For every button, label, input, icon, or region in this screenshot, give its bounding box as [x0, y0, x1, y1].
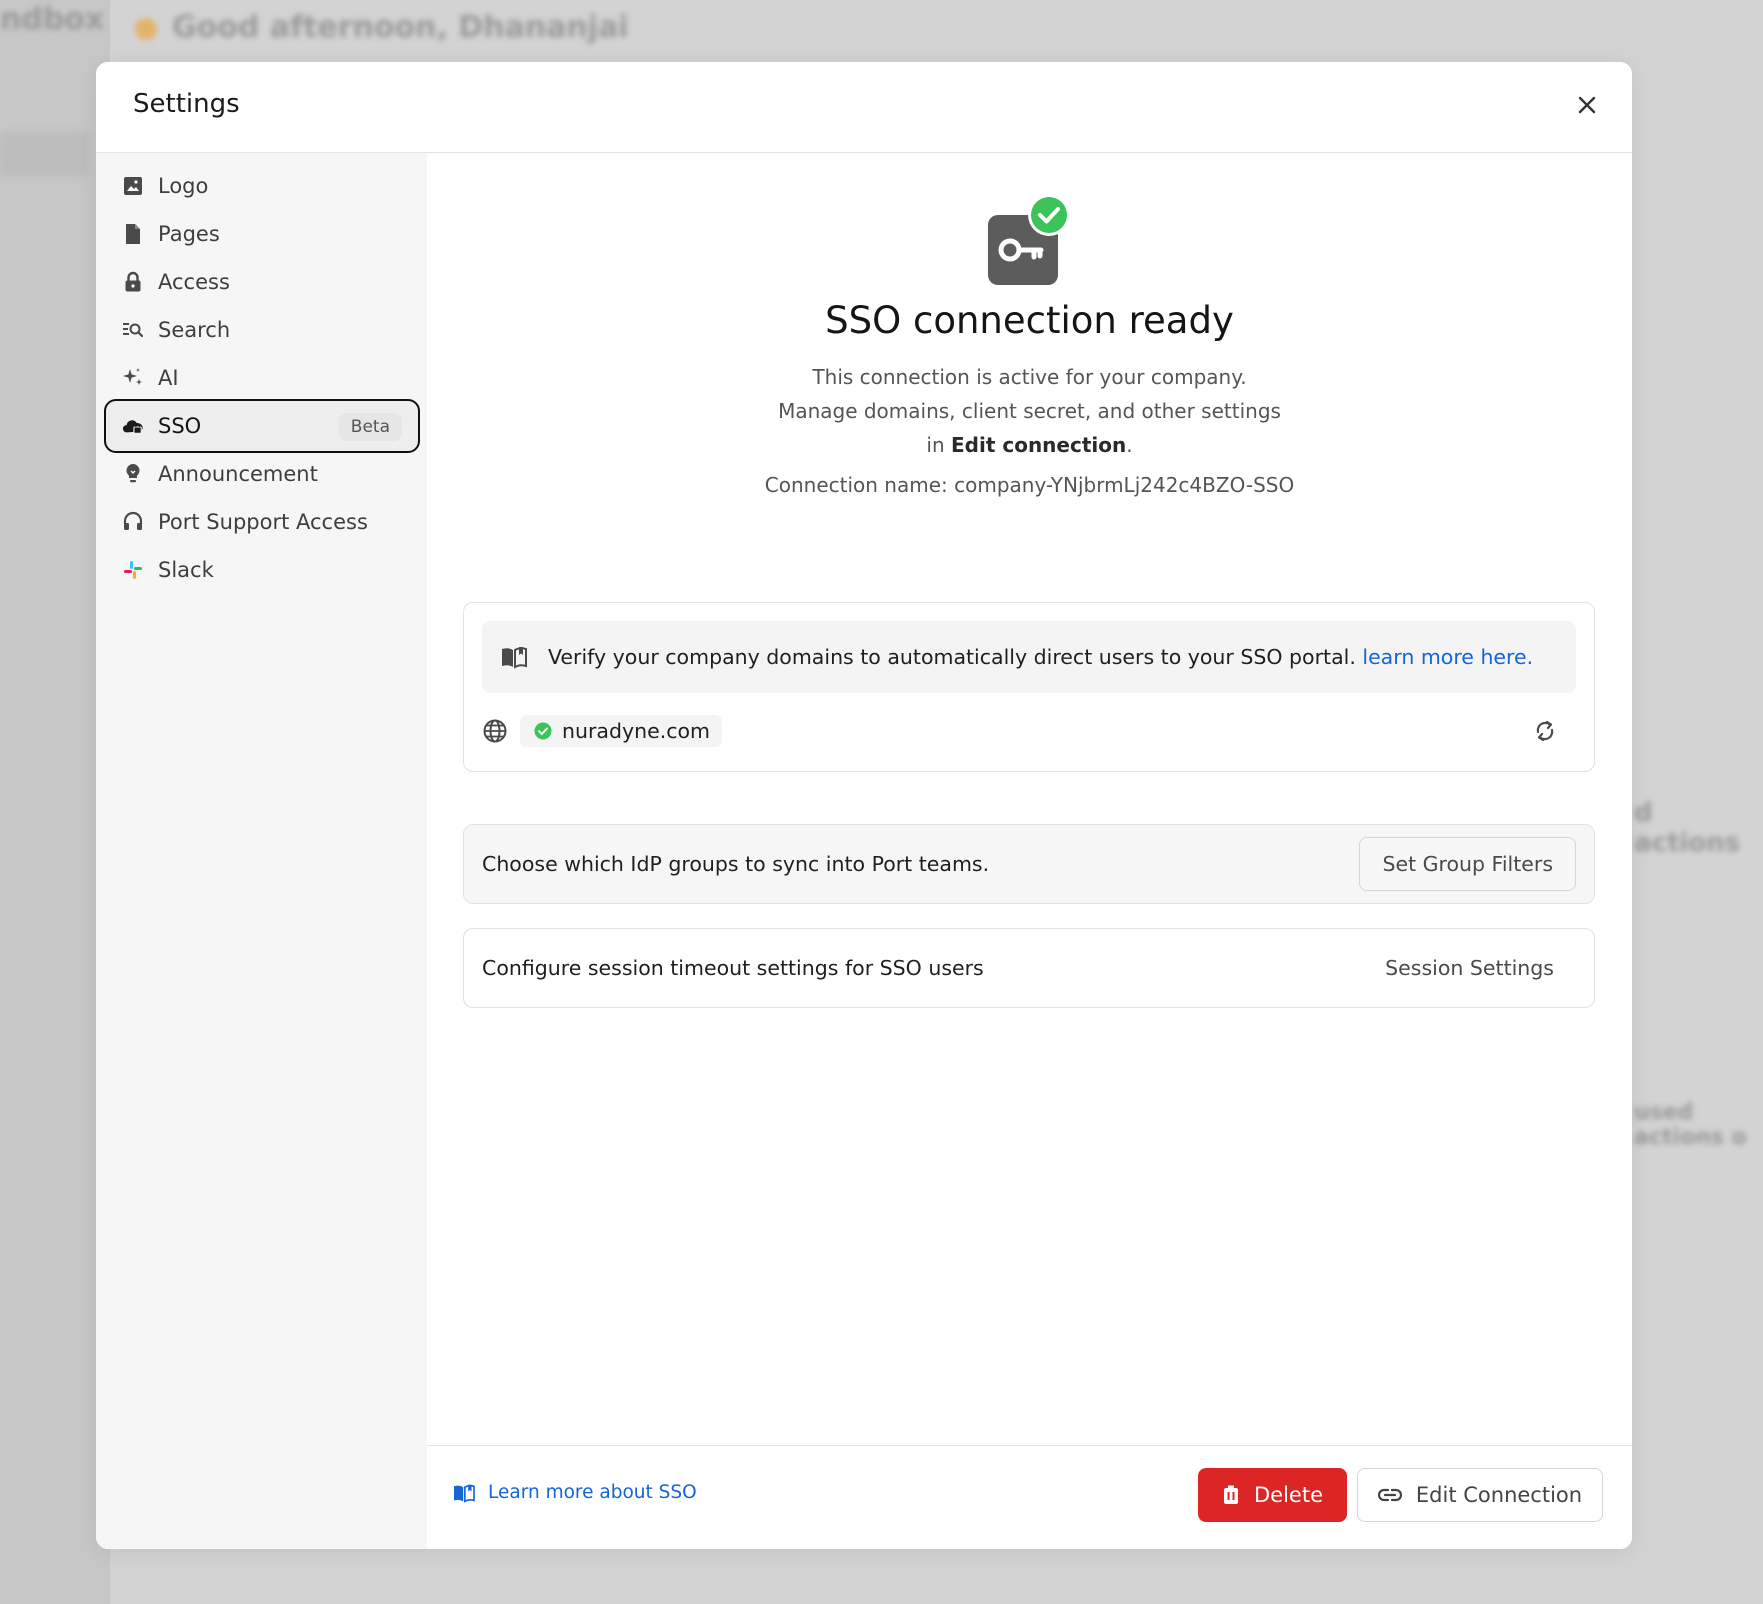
slack-icon [122, 559, 144, 581]
sparkles-icon [122, 367, 144, 389]
domains-card: Verify your company domains to automatic… [463, 602, 1595, 772]
beta-badge: Beta [338, 413, 402, 441]
connection-name: Connection name: company-YNjbrmLj242c4BZ… [764, 473, 1295, 497]
background-sidebar [0, 0, 110, 1604]
trash-icon [1224, 1485, 1238, 1504]
page-icon [122, 223, 144, 245]
session-settings-text: Configure session timeout settings for S… [482, 956, 984, 980]
book-icon [454, 1484, 475, 1503]
headset-icon [122, 511, 144, 533]
settings-modal: Settings Logo Pages Access Search AI SSO… [96, 62, 1632, 1549]
set-group-filters-button[interactable]: Set Group Filters [1359, 837, 1576, 891]
sidebar-item-search[interactable]: Search [104, 303, 420, 357]
sso-key-success-icon [979, 193, 1075, 287]
sidebar-item-slack[interactable]: Slack [104, 543, 420, 597]
sso-description-line: This connection is active for your compa… [812, 365, 1247, 389]
settings-sidebar: Logo Pages Access Search AI SSO Beta Ann… [96, 153, 427, 1549]
verify-domains-banner: Verify your company domains to automatic… [482, 621, 1576, 693]
session-settings-button[interactable]: Session Settings [1363, 941, 1576, 995]
edit-connection-emphasis: Edit connection [950, 433, 1127, 457]
sso-description-line: Manage domains, client secret, and other… [778, 399, 1281, 423]
sidebar-item-port-support-access[interactable]: Port Support Access [104, 495, 420, 549]
modal-header: Settings [96, 62, 1632, 153]
session-settings-card: Configure session timeout settings for S… [463, 928, 1595, 1008]
globe-icon [483, 719, 507, 743]
sidebar-item-label: Port Support Access [158, 510, 368, 534]
close-button[interactable] [1570, 88, 1604, 122]
verified-check-icon [534, 722, 552, 740]
refresh-icon[interactable] [1532, 718, 1558, 744]
background-greeting: Good afternoon, Dhananjai [172, 10, 629, 45]
sidebar-item-access[interactable]: Access [104, 255, 420, 309]
modal-footer: Learn more about SSO Delete Edit Connect… [427, 1445, 1632, 1549]
sidebar-item-label: Search [158, 318, 231, 342]
sidebar-item-label: Announcement [158, 462, 318, 486]
domain-chip: nuradyne.com [520, 715, 723, 747]
close-icon [1578, 96, 1596, 114]
sidebar-item-label: Logo [158, 174, 209, 198]
sidebar-item-label: AI [158, 366, 179, 390]
sidebar-item-ai[interactable]: AI [104, 351, 420, 405]
sidebar-item-announcement[interactable]: Announcement [104, 447, 420, 501]
background-star-icon [135, 18, 157, 40]
background-text: d actions [1634, 798, 1741, 858]
sidebar-item-label: Pages [158, 222, 220, 246]
background-text: ndbox [0, 2, 105, 37]
edit-connection-label: Edit Connection [1415, 1483, 1583, 1507]
description-text: . [1126, 433, 1133, 457]
learn-more-link[interactable]: learn more here. [1362, 645, 1533, 669]
sidebar-item-label: Access [158, 270, 230, 294]
background-text: used actions o [1634, 1100, 1747, 1150]
sidebar-item-label: Slack [158, 558, 214, 582]
sso-content: SSO connection ready This connection is … [427, 153, 1632, 1549]
description-text: in [926, 433, 951, 457]
link-icon [1377, 1488, 1402, 1502]
book-icon [502, 647, 527, 669]
learn-more-sso-label: Learn more about SSO [488, 1482, 697, 1503]
learn-more-sso-link[interactable]: Learn more about SSO [452, 1482, 697, 1503]
delete-button[interactable]: Delete [1198, 1468, 1347, 1522]
delete-label: Delete [1254, 1483, 1323, 1507]
cloud-lock-icon [122, 415, 144, 437]
verify-text: Verify your company domains to automatic… [548, 645, 1356, 669]
group-filters-text: Choose which IdP groups to sync into Por… [482, 852, 990, 876]
sso-description-line: in Edit connection. [427, 428, 1632, 462]
domain-name: nuradyne.com [562, 719, 711, 743]
sso-title: SSO connection ready [825, 299, 1234, 342]
sidebar-item-sso[interactable]: SSO Beta [104, 399, 420, 453]
edit-connection-button[interactable]: Edit Connection [1357, 1468, 1603, 1522]
domain-row: nuradyne.com [482, 713, 1576, 749]
search-list-icon [122, 319, 144, 341]
lightbulb-icon [122, 463, 144, 485]
sidebar-item-pages[interactable]: Pages [104, 207, 420, 261]
sidebar-item-label: SSO [158, 414, 202, 438]
sso-description: This connection is active for your compa… [427, 360, 1632, 462]
background-block [0, 132, 90, 176]
image-icon [122, 175, 144, 197]
modal-title: Settings [133, 89, 240, 119]
sidebar-item-logo[interactable]: Logo [104, 159, 420, 213]
lock-icon [122, 271, 144, 293]
group-filters-card: Choose which IdP groups to sync into Por… [463, 824, 1595, 904]
